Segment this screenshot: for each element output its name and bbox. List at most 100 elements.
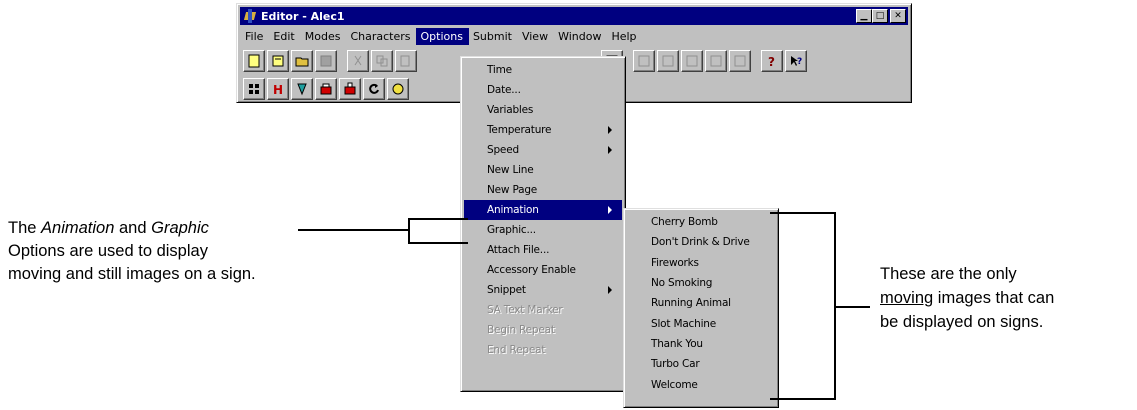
menu-item-label: Begin Repeat (487, 324, 555, 336)
callout-text: and (114, 219, 152, 237)
callout-leader-line (834, 306, 870, 308)
menu-item-label: Cherry Bomb (651, 216, 718, 229)
anim-item-running-animal[interactable]: Running Animal (627, 293, 775, 313)
callout-bracket (408, 242, 468, 244)
menu-item-new-line[interactable]: New Line (464, 160, 622, 180)
red-box-2-icon[interactable] (339, 78, 361, 100)
menu-item-label: Running Animal (651, 297, 731, 310)
save-icon[interactable] (315, 50, 337, 72)
menu-item-end-repeat: End Repeat (464, 340, 622, 360)
menu-item-temperature[interactable]: Temperature (464, 120, 622, 140)
menu-item-graphic[interactable]: Graphic... (464, 220, 622, 240)
menu-bar: File Edit Modes Characters Options Submi… (241, 27, 907, 45)
context-help-icon[interactable]: ? (785, 50, 807, 72)
anim-item-cherry-bomb[interactable]: Cherry Bomb (627, 212, 775, 232)
menu-item-label: Thank You (651, 337, 703, 350)
svg-text:H: H (273, 83, 283, 96)
menu-item-label: Snippet (487, 284, 526, 296)
menu-modes[interactable]: Modes (301, 28, 347, 45)
menu-item-label: Welcome (651, 378, 698, 391)
window-controls: ▁ □ ✕ (856, 9, 906, 23)
grid-icon[interactable] (243, 78, 265, 100)
color-icon[interactable] (291, 78, 313, 100)
open-folder-icon[interactable] (267, 50, 289, 72)
menu-file[interactable]: File (241, 28, 269, 45)
menu-item-label: No Smoking (651, 277, 713, 290)
new-document-icon[interactable] (243, 50, 265, 72)
callout-text: moving and still images on a sign. (8, 265, 256, 283)
paste-icon[interactable] (395, 50, 417, 72)
menu-item-begin-repeat: Begin Repeat (464, 320, 622, 340)
menu-item-label: Accessory Enable (487, 264, 576, 276)
anim-item-turbo-car[interactable]: Turbo Car (627, 354, 775, 374)
submenu-arrow-icon (608, 206, 612, 214)
maximize-button[interactable]: □ (872, 9, 888, 23)
menu-item-label: Don't Drink & Drive (651, 236, 750, 249)
rotate-icon[interactable] (363, 78, 385, 100)
menu-item-label: End Repeat (487, 344, 546, 356)
submenu-arrow-icon (608, 286, 612, 294)
send-4-icon[interactable] (705, 50, 727, 72)
menu-item-label: Slot Machine (651, 317, 717, 330)
callout-bracket (770, 212, 836, 214)
menu-item-label: Fireworks (651, 256, 699, 269)
menu-item-label: Date... (487, 84, 521, 96)
anim-item-fireworks[interactable]: Fireworks (627, 253, 775, 273)
callout-leader-line (298, 229, 408, 231)
menu-characters[interactable]: Characters (346, 28, 416, 45)
anim-item-slot-machine[interactable]: Slot Machine (627, 313, 775, 333)
menu-item-label: Animation (487, 204, 539, 216)
h-icon[interactable]: H (267, 78, 289, 100)
options-menu: Time Date... Variables Temperature Speed… (460, 56, 626, 392)
spin-icon[interactable] (387, 78, 409, 100)
menu-item-new-page[interactable]: New Page (464, 180, 622, 200)
callout-emphasis: Graphic (151, 219, 209, 237)
menu-item-label: Variables (487, 104, 534, 116)
send-2-icon[interactable] (657, 50, 679, 72)
menu-item-label: New Line (487, 164, 534, 176)
menu-item-snippet[interactable]: Snippet (464, 280, 622, 300)
send-3-icon[interactable] (681, 50, 703, 72)
menu-help[interactable]: Help (607, 28, 642, 45)
red-box-icon[interactable] (315, 78, 337, 100)
menu-item-sa-text-marker: SA Text Marker (464, 300, 622, 320)
callout-text: be displayed on signs. (880, 313, 1044, 331)
menu-item-accessory-enable[interactable]: Accessory Enable (464, 260, 622, 280)
submenu-arrow-icon (608, 126, 612, 134)
minimize-button[interactable]: ▁ (856, 9, 872, 23)
menu-options[interactable]: Options (416, 27, 469, 45)
close-button[interactable]: ✕ (890, 9, 906, 23)
anim-item-no-smoking[interactable]: No Smoking (627, 273, 775, 293)
copy-icon[interactable] (371, 50, 393, 72)
menu-item-variables[interactable]: Variables (464, 100, 622, 120)
menu-view[interactable]: View (518, 28, 554, 45)
callout-bracket (408, 218, 410, 243)
anim-item-thank-you[interactable]: Thank You (627, 334, 775, 354)
anim-item-welcome[interactable]: Welcome (627, 374, 775, 394)
title-bar[interactable]: Editor - Alec1 ▁ □ ✕ (240, 7, 908, 25)
menu-item-animation[interactable]: Animation (464, 200, 622, 220)
menu-item-time[interactable]: Time (464, 60, 622, 80)
menu-item-attach-file[interactable]: Attach File... (464, 240, 622, 260)
anim-item-dont-drink-drive[interactable]: Don't Drink & Drive (627, 232, 775, 252)
open-file-icon[interactable] (291, 50, 313, 72)
callout-text: Options are used to display (8, 242, 208, 260)
submenu-arrow-icon (608, 146, 612, 154)
menu-submit[interactable]: Submit (469, 28, 518, 45)
window-title: Editor - Alec1 (261, 9, 345, 23)
menu-edit[interactable]: Edit (269, 28, 300, 45)
cut-icon[interactable] (347, 50, 369, 72)
callout-bracket (408, 218, 468, 220)
menu-item-speed[interactable]: Speed (464, 140, 622, 160)
callout-left-text: The Animation and Graphic Options are us… (8, 217, 328, 286)
svg-text:?: ? (768, 55, 775, 68)
send-5-icon[interactable] (729, 50, 751, 72)
help-icon[interactable]: ? (761, 50, 783, 72)
animation-submenu: Cherry Bomb Don't Drink & Drive Firework… (623, 208, 779, 408)
menu-item-date[interactable]: Date... (464, 80, 622, 100)
callout-underline: moving (880, 289, 934, 307)
menu-window[interactable]: Window (554, 28, 607, 45)
send-1-icon[interactable] (633, 50, 655, 72)
menu-item-label: SA Text Marker (487, 304, 563, 316)
callout-bracket (770, 398, 836, 400)
